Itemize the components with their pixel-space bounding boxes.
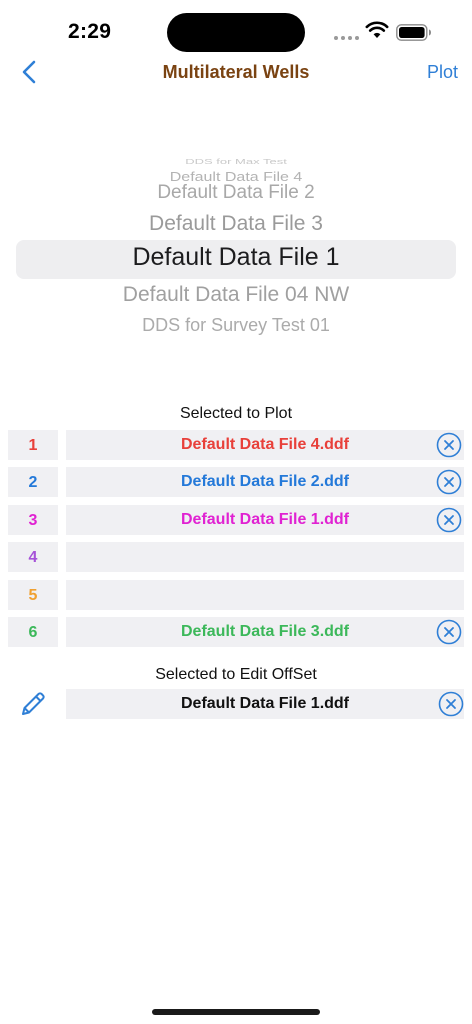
plot-slot-row: 4	[0, 542, 472, 572]
pencil-icon[interactable]	[18, 689, 48, 719]
plot-slot-number: 1	[8, 430, 58, 460]
plot-slot-number: 4	[8, 542, 58, 572]
plot-slot-file-field[interactable]: Default Data File 3.ddf	[66, 617, 464, 647]
plot-slot-row: 2 Default Data File 2.ddf	[0, 467, 472, 497]
data-file-picker[interactable]: DDS for Max Test Default Data File 4 Def…	[0, 150, 472, 340]
picker-item[interactable]: DDS for Survey Test 01	[0, 315, 472, 336]
edit-offset-row: Default Data File 1.ddf	[0, 689, 472, 719]
plot-slot-number: 5	[8, 580, 58, 610]
picker-item[interactable]: Default Data File 2	[0, 182, 472, 204]
page-title: Multilateral Wells	[162, 62, 310, 82]
plot-slot-file-field[interactable]: Default Data File 4.ddf	[66, 430, 464, 460]
plot-slot-row: 3 Default Data File 1.ddf	[0, 505, 472, 535]
plot-slot-row: 5	[0, 580, 472, 610]
plot-slot-file-field[interactable]	[66, 542, 464, 572]
selected-to-plot-header: Selected to Plot	[179, 405, 293, 422]
picker-item[interactable]: DDS for Max Test	[0, 157, 472, 165]
picker-item[interactable]: Default Data File 3	[0, 212, 472, 236]
screen: 2:29 Multilateral Wells Plot DDS for Max…	[0, 0, 472, 1024]
wifi-icon	[365, 21, 389, 38]
plot-slot-file-field[interactable]: Default Data File 1.ddf	[66, 505, 464, 535]
cellular-signal-icon	[334, 36, 359, 40]
plot-slot-number: 3	[8, 505, 58, 535]
plot-slot-row: 6 Default Data File 3.ddf	[0, 617, 472, 647]
plot-button[interactable]: Plot	[427, 62, 458, 83]
status-time: 2:29	[68, 20, 112, 43]
plot-slot-number: 6	[8, 617, 58, 647]
clear-circle-icon[interactable]	[436, 432, 462, 458]
picker-item[interactable]: Default Data File 04 NW	[0, 283, 472, 307]
plot-slot-file-field[interactable]: Default Data File 2.ddf	[66, 467, 464, 497]
clear-circle-icon[interactable]	[436, 619, 462, 645]
home-indicator[interactable]	[152, 1009, 320, 1015]
battery-icon	[396, 24, 431, 41]
clear-circle-icon[interactable]	[436, 469, 462, 495]
plot-slot-row: 1 Default Data File 4.ddf	[0, 430, 472, 460]
picker-item-selected[interactable]: Default Data File 1	[0, 243, 472, 272]
plot-slot-file-field[interactable]	[66, 580, 464, 610]
selected-to-edit-header: Selected to Edit OffSet	[155, 666, 317, 683]
clear-circle-icon[interactable]	[436, 507, 462, 533]
dynamic-island	[167, 13, 305, 52]
clear-circle-icon[interactable]	[438, 691, 464, 717]
plot-slot-number: 2	[8, 467, 58, 497]
edit-offset-file-field[interactable]: Default Data File 1.ddf	[66, 689, 464, 719]
